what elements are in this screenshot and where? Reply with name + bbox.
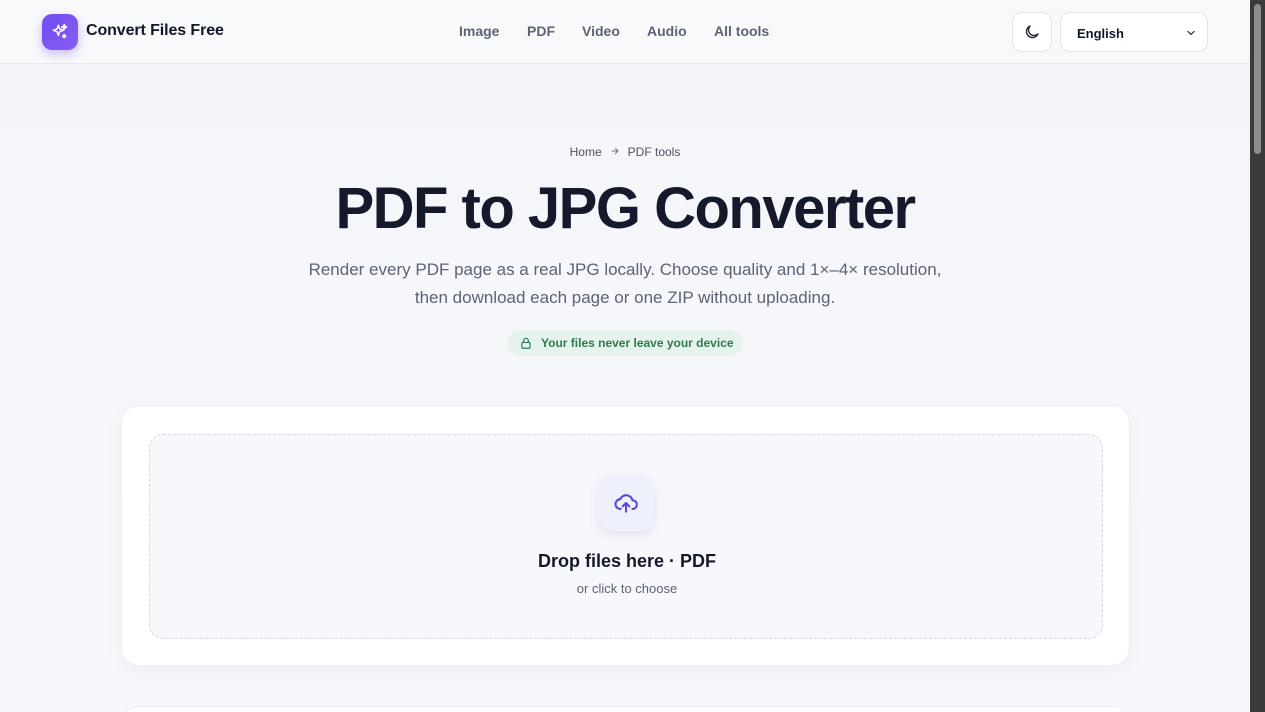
- nav-all-tools[interactable]: All tools: [714, 23, 769, 39]
- upload-card: Drop files here · PDF or click to choose: [121, 405, 1130, 666]
- scrollbar-thumb[interactable]: [1254, 4, 1261, 154]
- page-scrollbar[interactable]: [1250, 0, 1265, 712]
- options-card: [121, 706, 1130, 712]
- dropzone-subtitle: or click to choose: [576, 581, 678, 596]
- arrow-right-icon: [610, 145, 620, 159]
- lock-icon: [521, 337, 531, 349]
- breadcrumb-home[interactable]: Home: [570, 145, 602, 159]
- page: Convert Files Free Image PDF Video Audio…: [0, 0, 1250, 712]
- nav-video[interactable]: Video: [582, 23, 620, 39]
- privacy-badge-text: Your files never leave your device: [541, 336, 734, 350]
- language-select[interactable]: English: [1060, 12, 1208, 52]
- page-subtitle: Render every PDF page as a real JPG loca…: [275, 256, 975, 312]
- top-header: Convert Files Free Image PDF Video Audio…: [0, 0, 1250, 64]
- language-value: English: [1077, 26, 1124, 41]
- page-title: PDF to JPG Converter: [335, 176, 916, 241]
- chevron-down-icon: [1187, 30, 1195, 36]
- cloud-upload-icon: [614, 494, 638, 513]
- theme-toggle-button[interactable]: [1012, 12, 1052, 52]
- moon-icon: [1025, 25, 1039, 39]
- subtitle-line-2: then download each page or one ZIP witho…: [414, 288, 836, 307]
- subtitle-line-1: Render every PDF page as a real JPG loca…: [308, 260, 942, 279]
- nav-pdf[interactable]: PDF: [527, 23, 555, 39]
- privacy-badge: Your files never leave your device: [507, 330, 743, 356]
- nav-audio[interactable]: Audio: [647, 23, 687, 39]
- upload-icon-tile: [598, 475, 654, 531]
- nav-image[interactable]: Image: [459, 23, 499, 39]
- dropzone-title: Drop files here · PDF: [537, 551, 717, 571]
- file-dropzone[interactable]: Drop files here · PDF or click to choose: [149, 434, 1103, 639]
- breadcrumb: Home PDF tools: [0, 144, 1250, 159]
- breadcrumb-current[interactable]: PDF tools: [628, 145, 681, 159]
